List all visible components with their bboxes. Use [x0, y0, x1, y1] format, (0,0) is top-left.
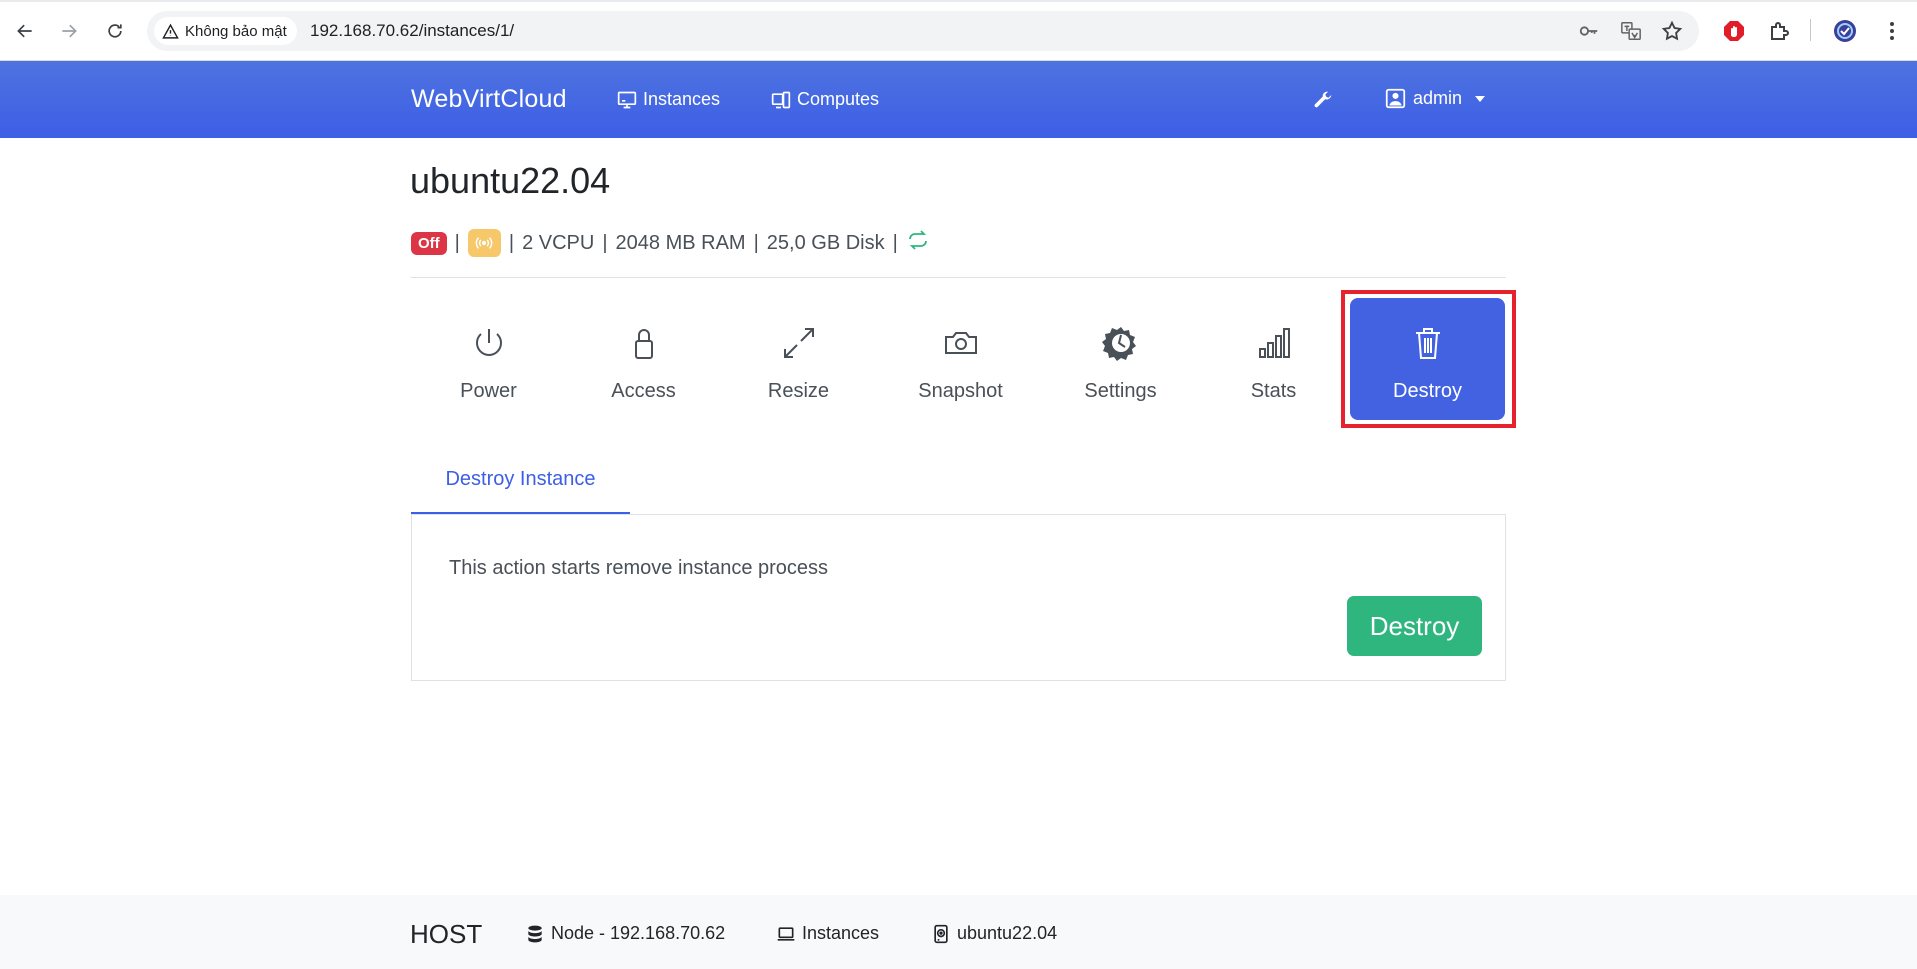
- crumb-instances-label: Instances: [802, 923, 880, 943]
- user-menu[interactable]: admin: [1385, 88, 1486, 109]
- crumb-instance-label: ubuntu22.04: [957, 923, 1058, 943]
- action-access[interactable]: Access: [566, 298, 721, 420]
- password-key-icon[interactable]: [1577, 20, 1601, 42]
- arrow-right-icon: [62, 24, 77, 38]
- action-label: Stats: [1250, 380, 1297, 402]
- meta-separator: |: [454, 231, 460, 254]
- action-label: Settings: [1084, 380, 1157, 402]
- top-navbar: WebVirtCloud Instances Computes admin: [0, 61, 1917, 138]
- footer-brand: HOST: [410, 919, 483, 949]
- arrow-left-icon: [17, 24, 32, 38]
- nav-computes-link[interactable]: Computes: [771, 89, 879, 110]
- monitor-icon: [617, 91, 637, 108]
- footer-bar: HOST Node - 192.168.70.62 Instances ubun…: [0, 895, 1917, 969]
- instance-meta: Off | | 2 VCPU | 2048 MB RAM | 25,0 GB D…: [411, 229, 930, 257]
- status-badge: Off: [411, 231, 447, 255]
- forward-button[interactable]: [52, 14, 86, 48]
- kebab-menu-icon[interactable]: [1878, 17, 1906, 45]
- url-text[interactable]: 192.168.70.62/instances/1/: [310, 21, 514, 41]
- security-chip[interactable]: Không bảo mật: [154, 17, 297, 45]
- meta-separator: |: [602, 231, 608, 254]
- crumb-node[interactable]: Node - 192.168.70.62: [525, 923, 725, 944]
- nav-instances-label: Instances: [643, 89, 721, 109]
- action-power[interactable]: Power: [411, 298, 566, 420]
- chevron-down-icon: [1475, 95, 1486, 102]
- security-label: Không bảo mật: [185, 22, 287, 40]
- vcpu-value: 2 VCPU: [522, 231, 595, 254]
- destroy-button[interactable]: Destroy: [1347, 596, 1482, 656]
- instance-title: ubuntu22.04: [410, 160, 611, 201]
- lock-icon: [634, 329, 653, 359]
- autostart-badge: [467, 229, 501, 257]
- action-snapshot[interactable]: Snapshot: [883, 298, 1038, 420]
- action-label: Power: [460, 380, 517, 402]
- back-button[interactable]: [8, 14, 42, 48]
- meta-separator: |: [753, 231, 759, 254]
- profile-avatar-icon[interactable]: [1831, 17, 1859, 45]
- translate-icon[interactable]: [1619, 20, 1643, 42]
- address-bar[interactable]: Không bảo mật 192.168.70.62/instances/1/: [147, 11, 1699, 51]
- disk-icon: [934, 924, 948, 943]
- destroy-panel: This action starts remove instance proce…: [411, 515, 1506, 681]
- gear-icon: [1101, 327, 1136, 361]
- refresh-button[interactable]: [906, 230, 930, 256]
- power-icon: [475, 329, 502, 356]
- action-label: Snapshot: [918, 380, 1003, 402]
- crumb-node-label: Node - 192.168.70.62: [551, 923, 726, 943]
- action-resize[interactable]: Resize: [721, 298, 876, 420]
- action-stats[interactable]: Stats: [1196, 298, 1351, 420]
- highlight-box: [1341, 290, 1516, 428]
- meta-separator: |: [892, 231, 898, 254]
- adblock-extension-icon[interactable]: [1720, 17, 1748, 45]
- action-settings[interactable]: Settings: [1043, 298, 1198, 420]
- disk-value: 25,0 GB Disk: [766, 231, 885, 254]
- toolbar-divider: [1810, 19, 1811, 41]
- database-icon: [528, 925, 542, 942]
- nav-computes-label: Computes: [797, 89, 880, 109]
- tab-destroy-instance[interactable]: Destroy Instance: [411, 446, 630, 515]
- bookmark-star-icon[interactable]: [1660, 20, 1684, 42]
- refresh-icon: [908, 230, 927, 250]
- user-icon: [1385, 88, 1406, 109]
- wrench-icon[interactable]: [1312, 89, 1334, 111]
- action-label: Access: [611, 380, 676, 402]
- crumb-instances[interactable]: Instances: [776, 923, 879, 944]
- divider: [411, 277, 1506, 278]
- user-name: admin: [1413, 88, 1463, 108]
- ram-value: 2048 MB RAM: [615, 231, 746, 254]
- camera-icon: [944, 332, 977, 354]
- resize-icon: [783, 328, 814, 358]
- action-label: Resize: [767, 380, 830, 402]
- meta-separator: |: [508, 231, 515, 254]
- devices-icon: [771, 91, 791, 108]
- brand-link[interactable]: WebVirtCloud: [411, 85, 567, 114]
- warning-icon: [162, 23, 179, 39]
- browser-chrome: Không bảo mật 192.168.70.62/instances/1/: [0, 0, 1917, 61]
- crumb-instance[interactable]: ubuntu22.04: [931, 923, 1057, 944]
- broadcast-icon: [476, 237, 493, 249]
- destroy-message: This action starts remove instance proce…: [449, 557, 829, 579]
- bar-chart-icon: [1258, 328, 1290, 358]
- reload-icon: [108, 24, 122, 38]
- nav-instances-link[interactable]: Instances: [617, 89, 720, 110]
- laptop-icon: [777, 926, 795, 941]
- reload-button[interactable]: [98, 14, 132, 48]
- extensions-puzzle-icon[interactable]: [1765, 17, 1793, 45]
- tab-strip-edge: [0, 0, 1917, 2]
